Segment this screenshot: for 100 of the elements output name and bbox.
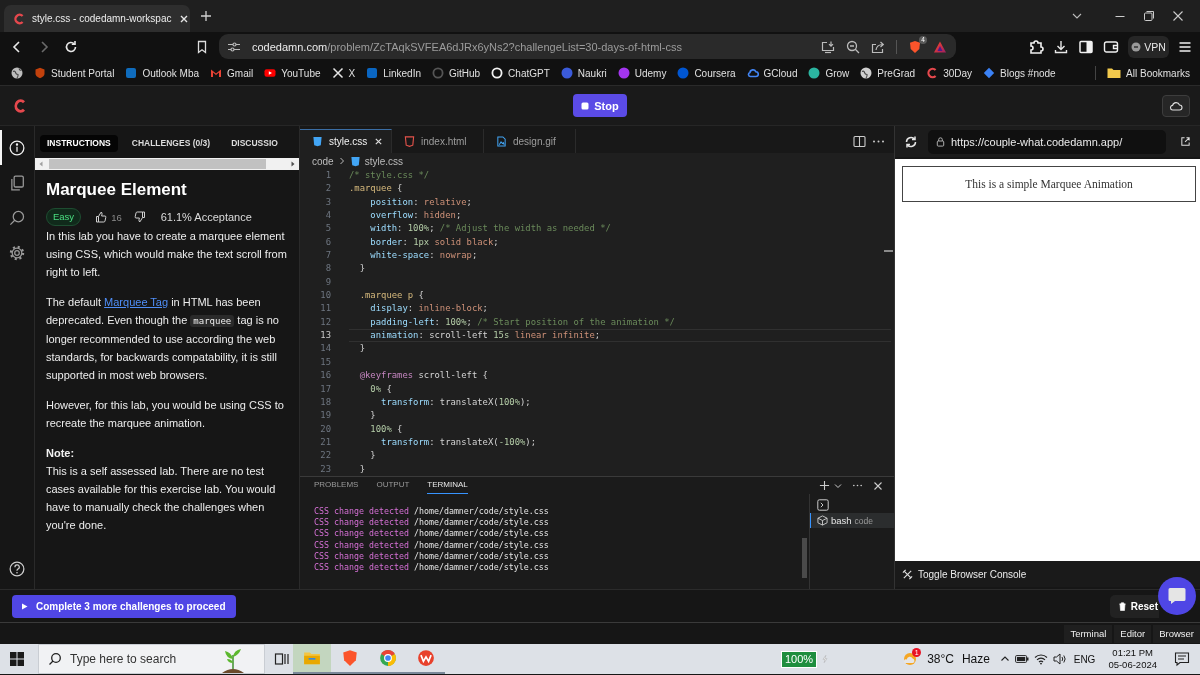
- battery-icon[interactable]: [1014, 652, 1029, 666]
- weather-icon[interactable]: [902, 651, 919, 667]
- url-text: https://couple-what.codedamn.app/: [951, 135, 1123, 148]
- logo-icon[interactable]: [14, 98, 26, 113]
- console-toggle-button[interactable]: Toggle Browser Console: [902, 568, 1027, 580]
- chat-button[interactable]: [1158, 577, 1196, 615]
- browser-tab[interactable]: style.css - codedamn-workspac: [4, 5, 190, 32]
- bookmark-icon[interactable]: [195, 39, 209, 54]
- horizontal-scrollbar[interactable]: [35, 158, 299, 170]
- download-icon[interactable]: [1053, 38, 1069, 55]
- trash-icon: [1117, 601, 1127, 611]
- note-paragraph: This is a self assessed lab. There are no test cases available for this exercise lab. You would have to manually check the challenges when you're done.: [46, 464, 277, 533]
- bookmark-item[interactable]: Student Portal: [34, 67, 115, 79]
- panel-tab[interactable]: PROBLEMS: [314, 477, 359, 494]
- panel-tab[interactable]: TERMINAL: [427, 477, 468, 494]
- code-line: animation: scroll-left 15s linear infinite;: [369, 330, 601, 341]
- plus-icon[interactable]: [819, 480, 830, 491]
- clock-date[interactable]: 05-06-2024: [1108, 659, 1157, 671]
- reload-icon[interactable]: [904, 134, 918, 149]
- language-indicator[interactable]: ENG: [1073, 653, 1096, 665]
- wallet-icon[interactable]: [1103, 38, 1119, 55]
- globe-icon[interactable]: [11, 67, 23, 79]
- zoom-out-icon[interactable]: [846, 39, 860, 54]
- circle-logo-icon: [379, 649, 397, 667]
- url-field[interactable]: https://couple-what.codedamn.app/: [928, 129, 1166, 154]
- line-number: 16: [319, 369, 331, 383]
- bookmark-item[interactable]: Udemy: [617, 67, 667, 79]
- bookmark-item[interactable]: Outlook Mba: [125, 67, 200, 79]
- close-icon[interactable]: [1171, 10, 1184, 22]
- close-icon[interactable]: [374, 137, 383, 146]
- breadcrumb-item[interactable]: style.css: [349, 155, 404, 167]
- menu-icon[interactable]: [1178, 39, 1192, 54]
- search-field[interactable]: Type here to search: [38, 644, 265, 674]
- note-heading: Note:: [46, 446, 76, 461]
- close-icon[interactable]: [178, 13, 189, 24]
- scrollbar-thumb[interactable]: [49, 159, 266, 169]
- external-link-icon[interactable]: [1180, 136, 1191, 147]
- panel-tab[interactable]: CHALLENGES (0/3): [124, 135, 218, 152]
- panel-tab[interactable]: DISCUSSIO: [224, 135, 285, 152]
- panel-tab[interactable]: INSTRUCTIONS: [40, 135, 118, 152]
- vpn-button[interactable]: VPN: [1128, 35, 1169, 58]
- puzzle-icon[interactable]: [1028, 38, 1044, 55]
- triangle-icon[interactable]: [933, 39, 947, 54]
- bookmark-item[interactable]: Gmail: [210, 67, 254, 79]
- clock-time[interactable]: 01:21 PM: [1112, 647, 1154, 659]
- speaker-icon[interactable]: [1052, 652, 1067, 666]
- bookmark-folder[interactable]: All Bookmarks: [1107, 66, 1190, 80]
- file-tab[interactable]: style.css: [300, 129, 392, 153]
- start-icon[interactable]: [9, 651, 25, 667]
- text-link[interactable]: Marquee Tag: [104, 296, 169, 308]
- thumbs-up-icon[interactable]: [95, 211, 108, 223]
- plus-icon[interactable]: [200, 10, 212, 22]
- line-number: 15: [319, 355, 331, 369]
- thumbs-down-icon[interactable]: [133, 211, 146, 223]
- reload-icon[interactable]: [64, 39, 78, 54]
- bookmark-item[interactable]: Coursera: [677, 67, 736, 79]
- reset-button[interactable]: Reset: [1109, 594, 1159, 618]
- lock-icon: [935, 136, 946, 147]
- bookmark-item[interactable]: GitHub: [432, 67, 481, 79]
- help-icon[interactable]: [9, 561, 25, 577]
- bookmark-item[interactable]: PreGrad: [860, 67, 916, 79]
- bookmark-item[interactable]: 30Day: [926, 67, 973, 79]
- task-view-icon[interactable]: [274, 651, 290, 667]
- bookmark-item[interactable]: ChatGPT: [491, 67, 550, 79]
- sidebar-icon[interactable]: [1078, 38, 1094, 55]
- restore-icon[interactable]: [1142, 10, 1155, 22]
- split-editor-icon[interactable]: [853, 134, 866, 148]
- bookmark-item[interactable]: YouTube: [264, 67, 321, 79]
- chevron-down-icon[interactable]: [834, 481, 842, 490]
- view-toggle-button[interactable]: Editor: [1114, 624, 1152, 643]
- circle-icon: [560, 67, 573, 79]
- panel-tab[interactable]: OUTPUT: [376, 477, 410, 494]
- right-arrow-icon[interactable]: [290, 161, 296, 167]
- bookmark-item[interactable]: GCloud: [746, 67, 798, 79]
- search-input[interactable]: Type here to search: [70, 650, 210, 668]
- proceed-button[interactable]: Complete 3 more challenges to proceed: [12, 594, 236, 618]
- bookmark-item[interactable]: Naukri: [560, 67, 607, 79]
- shield-icon[interactable]: [908, 39, 922, 54]
- code-line: 100% {: [369, 423, 403, 434]
- breadcrumb-item[interactable]: code: [312, 155, 334, 167]
- view-toggle-button[interactable]: Terminal: [1064, 624, 1113, 643]
- view-toggle-button[interactable]: Browser: [1153, 624, 1200, 643]
- file-tab[interactable]: index.html: [392, 129, 484, 153]
- wifi-icon[interactable]: [1033, 652, 1048, 666]
- bookmark-item[interactable]: Blogs #node: [983, 67, 1056, 79]
- terminal-tab[interactable]: bash code: [810, 513, 894, 528]
- line-number: 19: [319, 409, 331, 423]
- terminal-icon[interactable]: [817, 499, 829, 511]
- close-icon[interactable]: [873, 480, 883, 491]
- stop-button[interactable]: Stop: [573, 94, 627, 117]
- cloud-button[interactable]: [1162, 94, 1190, 117]
- notification-icon[interactable]: [1174, 651, 1190, 667]
- bookmark-item[interactable]: LinkedIn: [366, 67, 421, 79]
- tune-icon[interactable]: [227, 39, 241, 54]
- scrollbar-thumb[interactable]: [802, 538, 807, 578]
- share-icon[interactable]: [871, 39, 885, 54]
- bookmark-item[interactable]: Grow: [808, 67, 850, 79]
- bookmark-item[interactable]: X: [331, 67, 356, 79]
- file-tab[interactable]: design.gif: [484, 129, 576, 153]
- install-icon[interactable]: [821, 39, 835, 54]
